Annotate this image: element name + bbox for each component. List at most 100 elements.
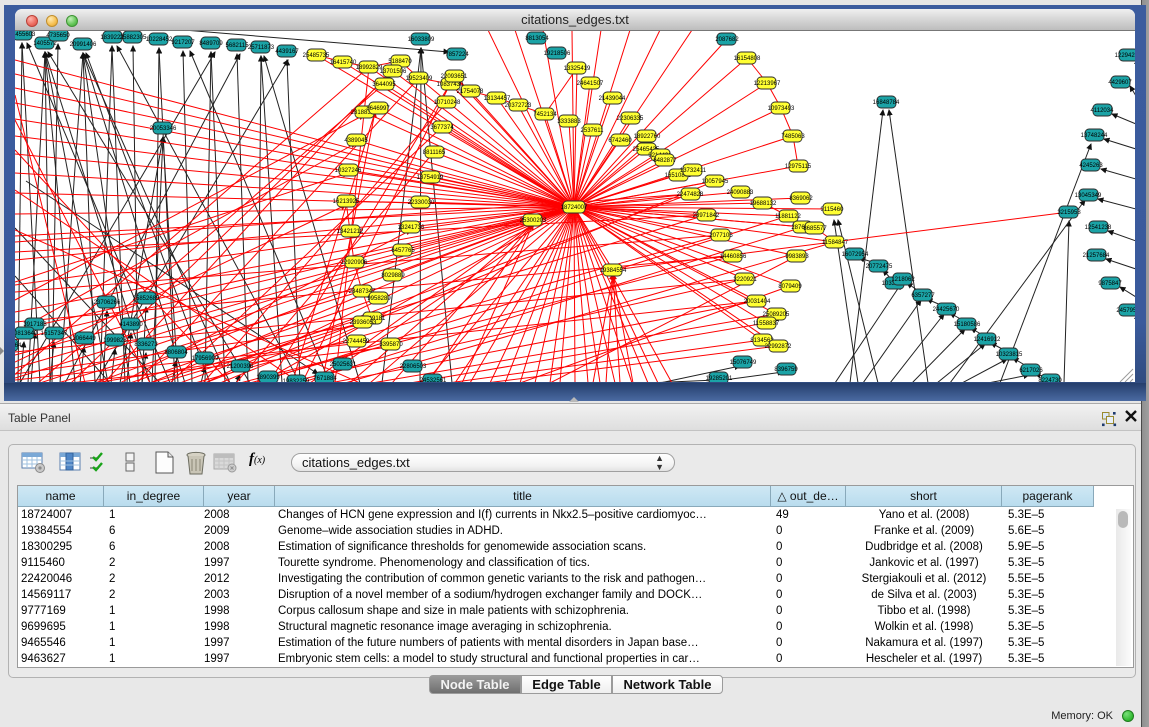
- svg-text:8029889: 8029889: [381, 273, 405, 279]
- svg-text:13045349: 13045349: [1075, 193, 1102, 199]
- svg-text:8396759: 8396759: [774, 367, 798, 373]
- svg-text:22330030: 22330030: [408, 200, 435, 206]
- svg-text:3644095: 3644095: [372, 82, 396, 88]
- svg-text:4439167: 4439167: [275, 49, 299, 55]
- svg-text:10837430: 10837430: [437, 82, 464, 88]
- svg-text:19299464: 19299464: [15, 343, 22, 349]
- svg-text:10327246: 10327246: [335, 168, 362, 174]
- svg-text:24532561: 24532561: [420, 378, 447, 382]
- svg-text:4735650: 4735650: [46, 33, 70, 39]
- svg-text:4245263: 4245263: [1079, 163, 1103, 169]
- svg-text:22306335: 22306335: [617, 116, 644, 122]
- svg-text:10710248: 10710248: [434, 100, 461, 106]
- svg-text:25882305: 25882305: [120, 35, 147, 41]
- svg-text:19523409: 19523409: [406, 76, 433, 82]
- svg-text:22744459: 22744459: [343, 339, 370, 345]
- svg-text:9115460: 9115460: [821, 207, 845, 213]
- svg-text:12541238: 12541238: [1085, 225, 1112, 231]
- svg-text:10973493: 10973493: [768, 106, 795, 112]
- svg-text:15180586: 15180586: [954, 322, 981, 328]
- svg-text:8646997: 8646997: [366, 106, 390, 112]
- svg-text:13325419: 13325419: [564, 66, 591, 72]
- svg-text:4112034: 4112034: [1091, 108, 1115, 114]
- svg-text:16848784: 16848784: [873, 100, 900, 106]
- svg-text:11881122: 11881122: [775, 214, 801, 220]
- svg-text:8336273: 8336273: [134, 342, 158, 348]
- svg-text:12416912: 12416912: [974, 337, 1001, 343]
- svg-text:8489709: 8489709: [199, 41, 223, 47]
- svg-text:21439044: 21439044: [599, 96, 626, 102]
- svg-text:10323815: 10323815: [996, 352, 1023, 358]
- svg-text:24641507: 24641507: [577, 81, 604, 87]
- svg-text:23936053: 23936053: [350, 320, 377, 326]
- svg-text:6482877: 6482877: [653, 158, 677, 164]
- svg-text:9875847: 9875847: [1098, 281, 1122, 287]
- svg-text:23971842: 23971842: [693, 213, 720, 219]
- svg-text:18724007: 18724007: [561, 205, 588, 211]
- svg-text:2066449: 2066449: [72, 336, 96, 342]
- svg-text:7671884: 7671884: [313, 376, 337, 382]
- svg-text:22093651: 22093651: [441, 74, 468, 80]
- svg-text:7452134: 7452134: [533, 112, 557, 118]
- svg-text:19832259: 19832259: [283, 379, 310, 382]
- svg-text:19384554: 19384554: [600, 268, 627, 274]
- svg-text:13748244: 13748244: [1081, 133, 1108, 139]
- svg-text:19688132: 19688132: [750, 201, 777, 207]
- svg-text:13241736: 13241736: [398, 225, 425, 231]
- svg-text:1405572: 1405572: [33, 41, 57, 47]
- svg-text:10228452: 10228452: [146, 37, 173, 43]
- svg-text:22992872: 22992872: [765, 344, 792, 350]
- svg-text:8224730: 8224730: [1038, 378, 1062, 382]
- svg-text:20031404: 20031404: [744, 299, 771, 305]
- svg-text:7485063: 7485063: [781, 134, 805, 140]
- svg-text:20991406: 20991406: [70, 42, 97, 48]
- svg-text:16154808: 16154808: [734, 56, 761, 62]
- svg-text:4143890: 4143890: [119, 322, 143, 328]
- svg-text:20813640: 20813640: [15, 331, 38, 337]
- svg-text:13421212: 13421212: [337, 229, 364, 235]
- svg-text:13732411: 13732411: [680, 168, 707, 174]
- svg-text:23706266: 23706266: [94, 300, 121, 306]
- svg-text:15157347: 15157347: [41, 331, 68, 337]
- svg-text:2077105: 2077105: [709, 233, 733, 239]
- svg-text:25711873: 25711873: [248, 45, 275, 51]
- svg-text:11558837: 11558837: [753, 321, 780, 327]
- svg-text:4389045: 4389045: [344, 138, 368, 144]
- svg-text:19218506: 19218506: [544, 51, 571, 57]
- svg-text:8806804: 8806804: [164, 350, 188, 356]
- svg-text:19285201: 19285201: [706, 376, 733, 382]
- svg-text:1218062: 1218062: [891, 277, 915, 283]
- svg-text:11584847: 11584847: [822, 240, 849, 246]
- svg-text:1999828: 1999828: [103, 338, 127, 344]
- svg-text:2087682: 2087682: [715, 37, 739, 43]
- svg-text:3333883: 3333883: [557, 119, 581, 125]
- svg-text:12213967: 12213967: [754, 81, 781, 87]
- svg-text:14460856: 14460856: [720, 254, 747, 260]
- svg-text:9958289: 9958289: [367, 296, 391, 302]
- svg-text:9983893: 9983893: [785, 254, 809, 260]
- svg-text:12294238: 12294238: [1115, 53, 1135, 59]
- svg-text:8079409: 8079409: [778, 284, 802, 290]
- svg-text:22474828: 22474828: [677, 192, 704, 198]
- svg-text:7857224: 7857224: [445, 52, 469, 58]
- svg-text:3677374: 3677374: [430, 125, 454, 131]
- svg-text:16415740: 16415740: [330, 60, 357, 66]
- svg-text:13754919: 13754919: [417, 175, 444, 181]
- svg-text:18922760: 18922760: [634, 134, 661, 140]
- svg-text:12920906: 12920906: [341, 260, 368, 266]
- svg-text:8369062: 8369062: [789, 196, 813, 202]
- svg-text:22455603: 22455603: [15, 32, 36, 38]
- svg-text:20053346: 20053346: [150, 126, 177, 132]
- svg-text:24425670: 24425670: [933, 307, 960, 313]
- svg-text:8811165: 8811165: [423, 150, 446, 156]
- svg-text:5188470: 5188470: [388, 59, 412, 65]
- svg-text:21257684: 21257684: [1083, 253, 1110, 259]
- svg-text:25025631: 25025631: [330, 362, 357, 368]
- svg-text:24090883: 24090883: [727, 190, 754, 196]
- svg-text:21754078: 21754078: [457, 89, 484, 95]
- svg-text:20372723: 20372723: [505, 103, 532, 109]
- svg-text:3215958: 3215958: [1057, 210, 1081, 216]
- svg-text:8813054: 8813054: [525, 36, 549, 42]
- svg-text:25852685: 25852685: [133, 296, 160, 302]
- svg-text:5682115: 5682115: [226, 43, 250, 49]
